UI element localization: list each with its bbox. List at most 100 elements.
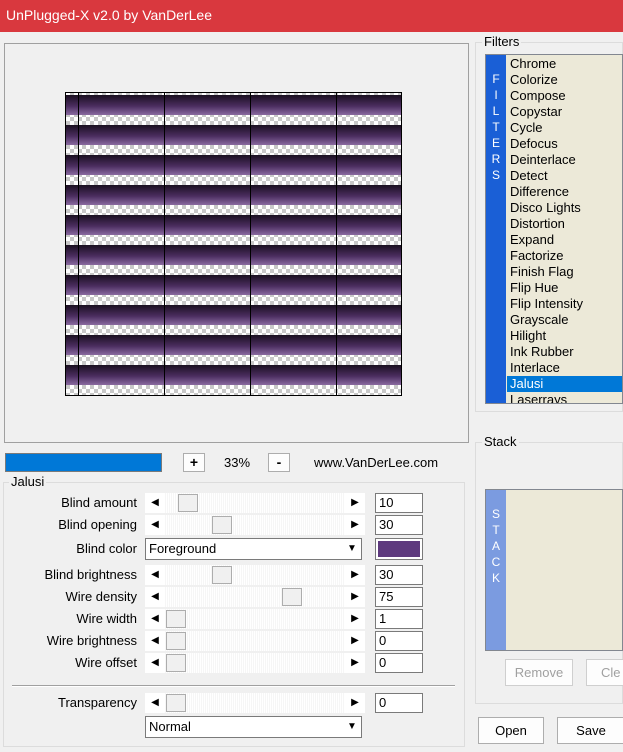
slider-thumb[interactable] <box>178 494 198 512</box>
blend-mode-select[interactable]: Normal ▼ <box>145 716 362 738</box>
side-letter: R <box>491 152 501 166</box>
slider-track <box>165 693 345 713</box>
chevron-right-icon[interactable]: ▶ <box>345 515 365 535</box>
param-slider[interactable]: ◀ ▶ <box>145 653 365 673</box>
param-label: Wire width <box>76 611 137 626</box>
chevron-right-icon[interactable]: ▶ <box>345 587 365 607</box>
blind-slat <box>66 365 401 385</box>
chevron-left-icon[interactable]: ◀ <box>145 693 165 713</box>
slider-thumb[interactable] <box>166 632 186 650</box>
website-link[interactable]: www.VanDerLee.com <box>314 453 438 472</box>
filter-item[interactable]: Jalusi <box>507 376 622 392</box>
filter-item[interactable]: Compose <box>507 88 622 104</box>
side-letter: C <box>491 555 501 569</box>
blind-slat <box>66 305 401 325</box>
chevron-right-icon[interactable]: ▶ <box>345 631 365 651</box>
param-slider[interactable]: ◀ ▶ <box>145 609 365 629</box>
chevron-left-icon[interactable]: ◀ <box>145 587 165 607</box>
stack-list[interactable]: STACK <box>485 489 623 651</box>
zoom-out-button[interactable]: - <box>268 453 290 472</box>
filter-item[interactable]: Flip Intensity <box>507 296 622 312</box>
slider-thumb[interactable] <box>166 694 186 712</box>
param-slider[interactable]: ◀ ▶ <box>145 631 365 651</box>
param-value[interactable]: 10 <box>375 493 423 513</box>
chevron-right-icon[interactable]: ▶ <box>345 565 365 585</box>
param-slider[interactable]: ◀ ▶ <box>145 565 365 585</box>
filter-item[interactable]: Colorize <box>507 72 622 88</box>
filter-item[interactable]: Disco Lights <box>507 200 622 216</box>
slider-thumb[interactable] <box>212 516 232 534</box>
filter-item[interactable]: Detect <box>507 168 622 184</box>
clear-button[interactable]: Cle <box>586 659 623 686</box>
filter-item[interactable]: Copystar <box>507 104 622 120</box>
param-label: Blind opening <box>58 517 137 532</box>
slider-track <box>165 653 345 673</box>
slider-track <box>165 587 345 607</box>
chevron-left-icon[interactable]: ◀ <box>145 565 165 585</box>
chevron-down-icon: ▼ <box>347 543 357 554</box>
filter-item[interactable]: Laserrays <box>507 392 622 403</box>
filters-list[interactable]: FILTERS Chrome Colorize Compose Copystar Cyc… <box>485 54 623 404</box>
filter-item[interactable]: Defocus <box>507 136 622 152</box>
param-slider[interactable]: ◀ ▶ <box>145 493 365 513</box>
blind-color-swatch[interactable] <box>375 538 423 560</box>
chevron-down-icon: ▼ <box>347 721 357 732</box>
transparency-value[interactable]: 0 <box>375 693 423 713</box>
filters-group-title: Filters <box>482 34 522 49</box>
param-slider[interactable]: ◀ ▶ <box>145 587 365 607</box>
chevron-right-icon[interactable]: ▶ <box>345 609 365 629</box>
param-value[interactable]: 30 <box>375 515 423 535</box>
filter-item[interactable]: Factorize <box>507 248 622 264</box>
side-letter: E <box>491 136 500 150</box>
wire-line <box>78 93 79 395</box>
save-button[interactable]: Save <box>557 717 623 744</box>
slider-thumb[interactable] <box>212 566 232 584</box>
chevron-left-icon[interactable]: ◀ <box>145 515 165 535</box>
zoom-in-button[interactable]: + <box>183 453 205 472</box>
chevron-left-icon[interactable]: ◀ <box>145 653 165 673</box>
param-value[interactable]: 0 <box>375 653 423 673</box>
param-value[interactable]: 75 <box>375 587 423 607</box>
blind-slat <box>66 155 401 175</box>
window-title: UnPlugged-X v2.0 by VanDerLee <box>6 7 212 23</box>
param-value[interactable]: 1 <box>375 609 423 629</box>
param-slider[interactable]: ◀ ▶ <box>145 515 365 535</box>
param-label: Wire offset <box>75 655 137 670</box>
remove-button[interactable]: Remove <box>505 659 573 686</box>
filter-item[interactable]: Difference <box>507 184 622 200</box>
filter-item[interactable]: Finish Flag <box>507 264 622 280</box>
wire-line <box>164 93 165 395</box>
chevron-right-icon[interactable]: ▶ <box>345 653 365 673</box>
chevron-left-icon[interactable]: ◀ <box>145 493 165 513</box>
filter-item[interactable]: Chrome <box>507 56 622 72</box>
filter-item[interactable]: Deinterlace <box>507 152 622 168</box>
filter-item[interactable]: Hilight <box>507 328 622 344</box>
filter-item[interactable]: Cycle <box>507 120 622 136</box>
params-group-title: Jalusi <box>9 474 47 489</box>
filter-item[interactable]: Interlace <box>507 360 622 376</box>
filter-item[interactable]: Expand <box>507 232 622 248</box>
chevron-left-icon[interactable]: ◀ <box>145 631 165 651</box>
transparency-label: Transparency <box>58 695 137 710</box>
color-swatch-fill <box>378 541 420 557</box>
param-label: Wire brightness <box>46 633 137 648</box>
chevron-right-icon[interactable]: ▶ <box>345 693 365 713</box>
chevron-left-icon[interactable]: ◀ <box>145 609 165 629</box>
open-button[interactable]: Open <box>478 717 544 744</box>
filter-item[interactable]: Ink Rubber <box>507 344 622 360</box>
param-value[interactable]: 30 <box>375 565 423 585</box>
filter-item[interactable]: Grayscale <box>507 312 622 328</box>
transparency-slider[interactable]: ◀ ▶ <box>145 693 365 713</box>
stack-group-title: Stack <box>482 434 519 449</box>
slider-thumb[interactable] <box>166 654 186 672</box>
filter-item[interactable]: Distortion <box>507 216 622 232</box>
side-letter: F <box>492 72 500 86</box>
chevron-right-icon[interactable]: ▶ <box>345 493 365 513</box>
blind-color-select[interactable]: Foreground ▼ <box>145 538 362 560</box>
slider-thumb[interactable] <box>166 610 186 628</box>
slider-thumb[interactable] <box>282 588 302 606</box>
preview-panel[interactable] <box>4 43 469 443</box>
param-value[interactable]: 0 <box>375 631 423 651</box>
filter-item[interactable]: Flip Hue <box>507 280 622 296</box>
slider-track <box>165 565 345 585</box>
